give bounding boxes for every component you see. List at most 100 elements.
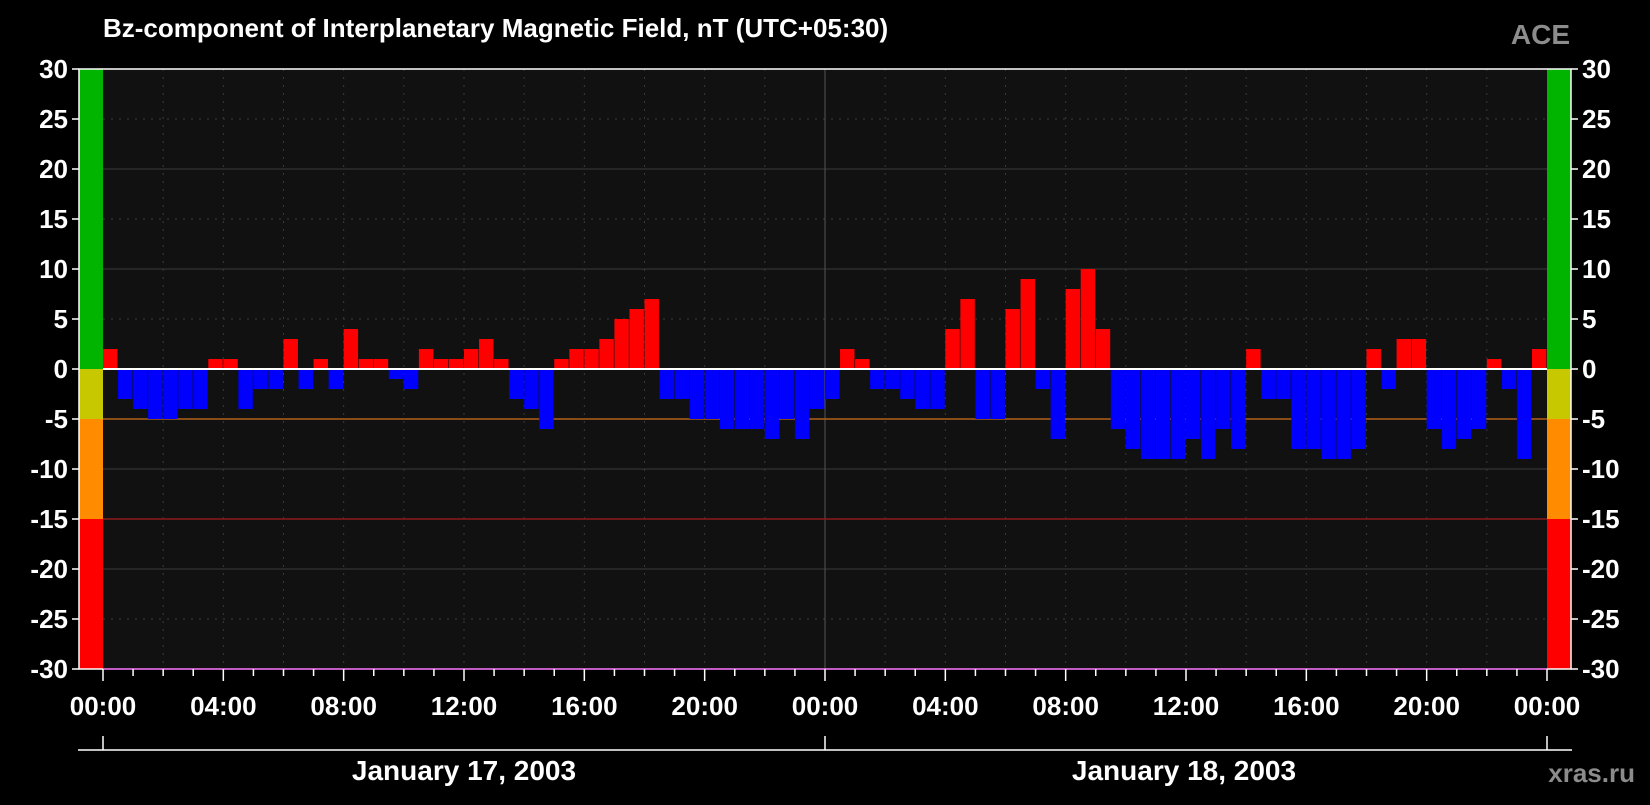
data-bar	[719, 369, 735, 429]
x-tick-label: 00:00	[70, 691, 137, 721]
data-bar	[494, 359, 509, 369]
data-bar	[358, 359, 374, 369]
x-tick-label: 16:00	[1273, 691, 1340, 721]
data-bar	[644, 299, 659, 369]
y-tick-label-left: -5	[45, 404, 68, 434]
scale-band-left	[79, 69, 103, 369]
data-bar	[1201, 369, 1216, 459]
data-bar	[1516, 369, 1532, 459]
data-bar	[373, 359, 389, 369]
data-bar	[328, 369, 344, 389]
data-bar	[1411, 339, 1427, 369]
data-bar	[1321, 369, 1336, 459]
data-bar	[479, 339, 494, 369]
data-bar	[1140, 369, 1156, 459]
chart-title: Bz-component of Interplanetary Magnetic …	[103, 13, 888, 43]
data-bar	[313, 359, 329, 369]
y-tick-label-right: -30	[1582, 654, 1620, 684]
data-bar	[915, 369, 930, 409]
data-bar	[1095, 329, 1111, 369]
data-bar	[133, 369, 148, 409]
data-bar	[1336, 369, 1351, 459]
y-tick-label-left: -20	[30, 554, 68, 584]
data-bar	[1231, 369, 1246, 449]
data-bar	[734, 369, 750, 429]
y-tick-label-right: -5	[1582, 404, 1605, 434]
y-tick-label-right: 10	[1582, 254, 1611, 284]
data-bar	[945, 329, 960, 369]
data-bar	[990, 369, 1005, 419]
y-tick-label-left: 10	[39, 254, 68, 284]
scale-band-right	[1547, 519, 1571, 669]
source-label: ACE	[1511, 19, 1570, 50]
y-tick-label-left: -30	[30, 654, 68, 684]
scale-band-left	[79, 419, 103, 519]
data-bar	[1110, 369, 1126, 429]
data-bar	[1366, 349, 1381, 369]
data-bar	[1426, 369, 1442, 429]
x-tick-label: 04:00	[190, 691, 257, 721]
data-bar	[659, 369, 674, 399]
watermark: xras.ru	[1548, 758, 1635, 788]
data-bar	[779, 369, 795, 419]
data-bar	[283, 339, 298, 369]
data-bar	[825, 369, 840, 399]
data-bar	[1396, 339, 1412, 369]
data-bar	[1080, 269, 1096, 369]
data-bar	[388, 369, 404, 379]
scale-band-right	[1547, 419, 1571, 519]
data-bar	[193, 369, 208, 409]
y-tick-label-right: 20	[1582, 154, 1611, 184]
data-bar	[1276, 369, 1291, 399]
data-bar	[1456, 369, 1472, 439]
x-tick-label: 16:00	[551, 691, 618, 721]
data-bar	[1170, 369, 1186, 459]
data-bar	[629, 309, 644, 369]
data-bar	[103, 349, 118, 369]
scale-band-right	[1547, 369, 1571, 419]
y-tick-label-right: -10	[1582, 454, 1620, 484]
x-tick-label: 08:00	[1032, 691, 1099, 721]
data-bar	[418, 349, 434, 369]
data-bar	[704, 369, 720, 419]
y-tick-label-right: 25	[1582, 104, 1611, 134]
scale-band-left	[79, 519, 103, 669]
data-bar	[253, 369, 268, 389]
magnetic-field-chart: Bz-component of Interplanetary Magnetic …	[0, 0, 1650, 800]
data-bar	[1486, 359, 1502, 369]
date-label-day-1: January 17, 2003	[352, 755, 576, 786]
x-tick-label: 12:00	[1153, 691, 1220, 721]
data-bar	[1050, 369, 1066, 439]
data-bar	[1125, 369, 1141, 449]
data-bar	[539, 369, 554, 429]
x-tick-label: 00:00	[1514, 691, 1581, 721]
data-bar	[238, 369, 253, 409]
data-bar	[1035, 369, 1051, 389]
data-bar	[584, 349, 599, 369]
y-tick-label-right: -20	[1582, 554, 1620, 584]
data-bar	[1005, 309, 1020, 369]
data-bar	[840, 349, 855, 369]
data-bar	[1471, 369, 1487, 429]
data-bar	[433, 359, 449, 369]
y-tick-label-left: -10	[30, 454, 68, 484]
data-bar	[178, 369, 193, 409]
data-bar	[464, 349, 479, 369]
data-bar	[569, 349, 584, 369]
data-bar	[1291, 369, 1306, 449]
y-tick-label-left: -25	[30, 604, 68, 634]
data-bar	[403, 369, 419, 389]
data-bar	[554, 359, 569, 369]
data-bar	[855, 359, 870, 369]
x-tick-label: 20:00	[671, 691, 738, 721]
y-tick-label-left: 0	[54, 354, 68, 384]
y-tick-label-right: -25	[1582, 604, 1620, 634]
data-bar	[1351, 369, 1366, 449]
y-tick-label-left: 20	[39, 154, 68, 184]
data-bar	[809, 369, 825, 409]
data-bar	[674, 369, 690, 399]
data-bar	[1441, 369, 1457, 449]
data-bar	[930, 369, 945, 409]
y-tick-label-right: 5	[1582, 304, 1596, 334]
data-bar	[960, 299, 975, 369]
